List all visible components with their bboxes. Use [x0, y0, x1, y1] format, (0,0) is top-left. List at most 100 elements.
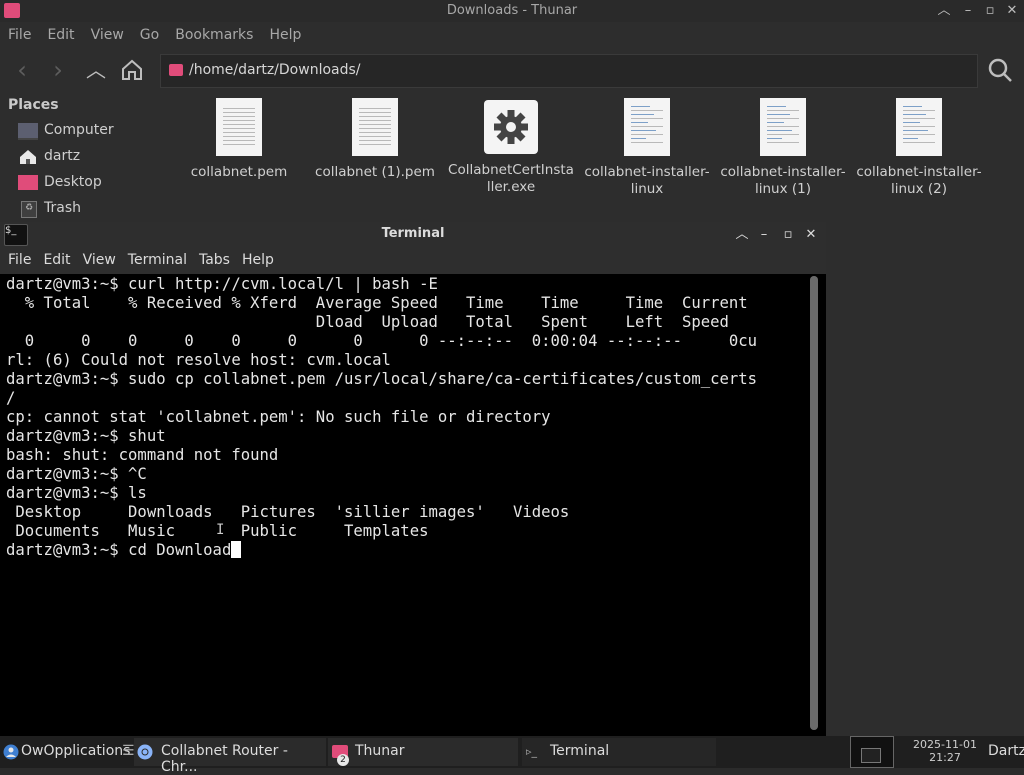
downloads-folder-icon [169, 64, 183, 76]
terminal-restore-button[interactable]: ▫ [778, 225, 798, 245]
thunar-titlebar[interactable]: Downloads - Thunar ︿ – ▫ ✕ [0, 0, 1024, 22]
up-arrow-icon[interactable]: ︿ [82, 56, 110, 84]
sidebar-item-label: Computer [44, 122, 114, 138]
file-item[interactable]: collabnet-installer-linux (2) [854, 98, 984, 198]
script-document-icon [760, 98, 806, 156]
terminal-window-title: Terminal [381, 226, 445, 241]
file-name: CollabnetCertInstaller.exe [448, 162, 574, 195]
task-label: Terminal [550, 743, 610, 759]
home-folder-icon [18, 149, 38, 164]
terminal-maximize-chevron-icon[interactable]: ︿ [732, 225, 752, 245]
terminal-menu-edit[interactable]: Edit [35, 248, 74, 268]
terminal-output: dartz@vm3:~$ curl http://cvm.local/l | b… [6, 275, 757, 560]
thunar-menu-edit[interactable]: Edit [39, 24, 82, 43]
sidebar-item-desktop[interactable]: Desktop [18, 172, 168, 194]
thunar-menu-bookmarks[interactable]: Bookmarks [167, 24, 261, 43]
thunar-restore-button[interactable]: ▫ [980, 1, 1000, 21]
terminal-line: dartz@vm3:~$ shut [6, 427, 166, 445]
file-view[interactable]: collabnet.pem collabnet (1).pem Collabne… [172, 92, 1024, 220]
text-document-icon [352, 98, 398, 156]
start-menu-icon [3, 744, 19, 760]
ibeam-cursor-icon: I [216, 522, 225, 538]
file-item[interactable]: collabnet-installer-linux [582, 98, 712, 198]
text-cursor [231, 541, 242, 558]
terminal-menu-tabs[interactable]: Tabs [191, 248, 234, 268]
terminal-line: bash: shut: command not found [6, 446, 279, 464]
terminal-line: % Total % Received % Xferd Average Speed… [6, 294, 748, 312]
terminal-current-input[interactable]: cd Download [128, 541, 231, 559]
thunar-menubar: File Edit View Go Bookmarks Help [0, 24, 309, 48]
thunar-maximize-chevron-icon[interactable]: ︿ [934, 1, 954, 21]
location-bar[interactable]: /home/dartz/Downloads/ [160, 54, 978, 88]
terminal-window: $_ Terminal ︿ – ▫ ✕ File Edit View Terminal… [0, 222, 826, 736]
places-header: Places [8, 97, 59, 113]
terminal-scrollbar-thumb[interactable] [810, 276, 818, 730]
terminal-line: / [6, 389, 16, 407]
file-name: collabnet (1).pem [315, 164, 435, 180]
terminal-scrollbar[interactable] [810, 276, 818, 730]
window-count-badge: 2 [337, 754, 349, 766]
home-icon[interactable] [118, 56, 146, 84]
task-label: Thunar [355, 743, 405, 759]
terminal-titlebar[interactable]: $_ Terminal ︿ – ▫ ✕ [0, 222, 826, 248]
terminal-menu-view[interactable]: View [75, 248, 120, 268]
thunar-minimize-button[interactable]: – [958, 1, 978, 21]
clock[interactable]: 2025-11-01 21:27 [900, 738, 990, 764]
sidebar-item-computer[interactable]: Computer [18, 120, 168, 142]
terminal-screen[interactable]: dartz@vm3:~$ curl http://cvm.local/l | b… [0, 274, 808, 736]
search-icon[interactable] [986, 56, 1014, 84]
chrome-icon [137, 744, 153, 760]
thunar-window-title: Downloads - Thunar [446, 3, 578, 18]
terminal-close-button[interactable]: ✕ [801, 225, 821, 245]
start-menu-button[interactable]: OwOpplications ☰ [0, 738, 135, 766]
file-item[interactable]: collabnet.pem [174, 98, 304, 181]
terminal-menu-terminal[interactable]: Terminal [120, 248, 191, 268]
script-document-icon [896, 98, 942, 156]
file-name: collabnet-installer-linux (2) [856, 164, 982, 197]
thunar-menu-file[interactable]: File [0, 24, 39, 43]
terminal-minimize-button[interactable]: – [754, 225, 774, 245]
menu-lines-icon: ☰ [122, 743, 135, 759]
sidebar-item-label: Desktop [44, 174, 102, 190]
terminal-menubar: File Edit View Terminal Tabs Help [0, 248, 826, 274]
thunar-menu-view[interactable]: View [83, 24, 132, 43]
terminal-line: cp: cannot stat 'collabnet.pem': No such… [6, 408, 551, 426]
terminal-task-icon: ▹_ [526, 745, 538, 758]
terminal-input-line[interactable]: dartz@vm3:~$ cd Download [6, 541, 757, 560]
desktop-icon [18, 175, 38, 190]
taskbar: OwOpplications ☰ Collabnet Router - Chr.… [0, 736, 1024, 775]
terminal-line: Documents Music Public Templates [6, 522, 429, 540]
thunar-menu-go[interactable]: Go [132, 24, 167, 43]
workspace-switcher[interactable] [850, 736, 894, 768]
back-arrow-icon[interactable]: ‹ [8, 56, 36, 84]
file-item[interactable]: collabnet-installer-linux (1) [718, 98, 848, 198]
script-document-icon [624, 98, 670, 156]
file-name: collabnet.pem [190, 164, 288, 180]
terminal-line: dartz@vm3:~$ sudo cp collabnet.pem /usr/… [6, 370, 758, 388]
thunar-close-button[interactable]: ✕ [1002, 1, 1022, 21]
computer-icon [18, 123, 38, 140]
file-item[interactable]: CollabnetCertInstaller.exe [446, 98, 576, 196]
task-chrome[interactable]: Collabnet Router - Chr... [134, 738, 326, 775]
task-terminal[interactable]: ▹_ Terminal [522, 738, 716, 766]
sidebar-item-label: Trash [44, 200, 81, 216]
terminal-menu-file[interactable]: File [0, 248, 35, 268]
file-item[interactable]: collabnet (1).pem [310, 98, 440, 181]
task-thunar[interactable]: 2 Thunar [328, 738, 518, 766]
terminal-line: Dload Upload Total Spent Left Speed [6, 313, 729, 331]
terminal-prompt: dartz@vm3:~$ [6, 541, 129, 559]
sidebar-item-trash[interactable]: ♻ Trash [18, 198, 168, 220]
text-document-icon [216, 98, 262, 156]
terminal-line: rl: (6) Could not resolve host: cvm.loca… [6, 351, 391, 369]
sidebar-item-dartz[interactable]: dartz [18, 146, 168, 168]
forward-arrow-icon[interactable]: › [44, 56, 72, 84]
terminal-line: dartz@vm3:~$ ls [6, 484, 147, 502]
terminal-line: Desktop Downloads Pictures 'sillier imag… [6, 503, 570, 521]
thunar-menu-help[interactable]: Help [261, 24, 309, 43]
terminal-menu-help[interactable]: Help [234, 248, 278, 268]
task-label: Collabnet Router - Chr... [161, 743, 288, 775]
gear-executable-icon [484, 100, 538, 154]
sidebar-item-label: dartz [44, 148, 81, 164]
start-menu-label: OwOpplications [21, 743, 131, 759]
user-name[interactable]: Dartz [988, 743, 1024, 759]
